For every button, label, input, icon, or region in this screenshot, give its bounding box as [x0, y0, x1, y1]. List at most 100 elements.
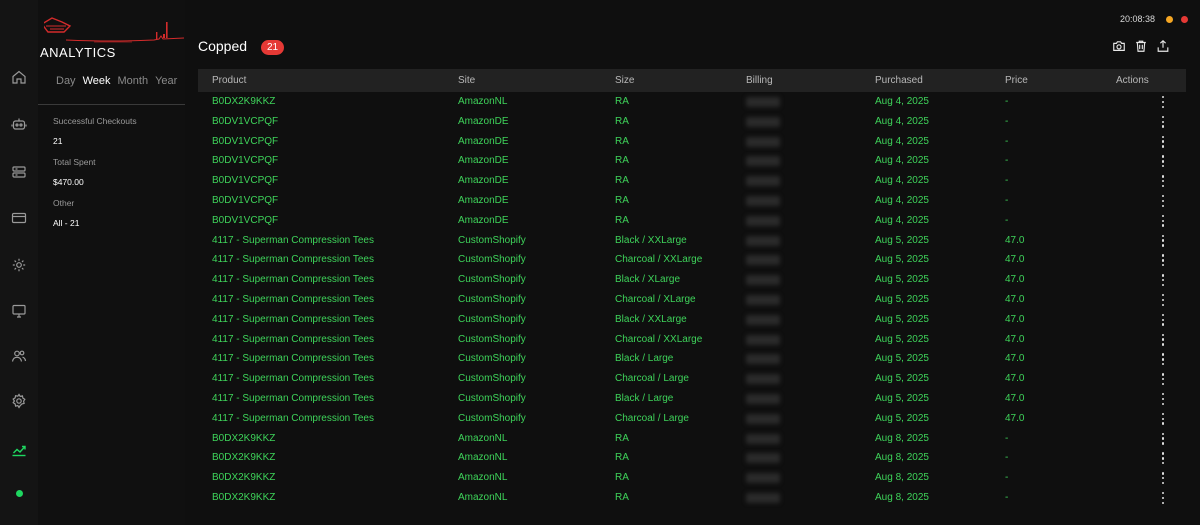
site-cell: CustomShopify: [458, 313, 526, 325]
product-cell: 4117 - Superman Compression Tees: [212, 373, 374, 385]
row-actions-menu-icon[interactable]: [1159, 155, 1167, 168]
row-actions-menu-icon[interactable]: [1159, 135, 1167, 148]
site-cell: AmazonNL: [458, 96, 508, 107]
row-actions-menu-icon[interactable]: [1159, 412, 1167, 425]
range-tab-week[interactable]: Week: [83, 75, 111, 87]
row-actions-menu-icon[interactable]: [1159, 313, 1167, 326]
row-actions-menu-icon[interactable]: [1159, 234, 1167, 247]
nav-accounts[interactable]: [10, 256, 28, 274]
price-cell: -: [1005, 96, 1009, 107]
row-actions-menu-icon[interactable]: [1159, 353, 1167, 366]
range-tab-year[interactable]: Year: [155, 75, 177, 87]
size-cell: RA: [615, 115, 629, 127]
product-cell: 4117 - Superman Compression Tees: [212, 353, 374, 365]
purchased-cell: Aug 5, 2025: [875, 313, 929, 325]
table-row[interactable]: 4117 - Superman Compression Tees CustomSh…: [198, 409, 1186, 429]
table-row[interactable]: B0DV1VCPQF AmazonDE RA Aug 4, 2025 -: [198, 211, 1186, 231]
table-row[interactable]: B0DX2K9KKZ AmazonNL RA Aug 8, 2025 -: [198, 448, 1186, 468]
row-actions-menu-icon[interactable]: [1159, 333, 1167, 346]
nav-home[interactable]: [10, 68, 28, 86]
billing-cell-redacted: [746, 433, 780, 444]
nav-proxies[interactable]: [10, 163, 28, 181]
table-row[interactable]: B0DX2K9KKZ AmazonNL RA Aug 4, 2025 -: [198, 92, 1186, 112]
nav-tasks[interactable]: [10, 115, 28, 133]
table-row[interactable]: 4117 - Superman Compression Tees CustomSh…: [198, 330, 1186, 350]
column-header-site[interactable]: Site: [458, 75, 475, 86]
billing-cell-redacted: [746, 215, 780, 226]
server-icon: [12, 166, 26, 178]
table-row[interactable]: B0DX2K9KKZ AmazonNL RA Aug 8, 2025 -: [198, 488, 1186, 508]
price-cell: -: [1005, 432, 1009, 444]
settings-icon: [12, 393, 26, 409]
analytics-icon: [12, 445, 26, 457]
purchased-cell: Aug 5, 2025: [875, 412, 929, 424]
export-button[interactable]: [1156, 39, 1170, 53]
size-cell: Black / Large: [615, 392, 674, 404]
table-row[interactable]: 4117 - Superman Compression Tees CustomSh…: [198, 310, 1186, 330]
row-actions-menu-icon[interactable]: [1159, 194, 1167, 207]
export-icon: [1157, 39, 1169, 52]
table-row[interactable]: B0DV1VCPQF AmazonDE RA Aug 4, 2025 -: [198, 151, 1186, 171]
row-actions-menu-icon[interactable]: [1159, 373, 1167, 386]
row-actions-menu-icon[interactable]: [1159, 452, 1167, 465]
delete-button[interactable]: [1134, 39, 1148, 53]
table-row[interactable]: 4117 - Superman Compression Tees CustomSh…: [198, 369, 1186, 389]
column-header-price[interactable]: Price: [1005, 75, 1028, 86]
table-row[interactable]: B0DV1VCPQF AmazonDE RA Aug 4, 2025 -: [198, 112, 1186, 132]
column-header-size[interactable]: Size: [615, 75, 634, 86]
site-cell: AmazonNL: [458, 472, 508, 484]
table-row[interactable]: 4117 - Superman Compression Tees CustomSh…: [198, 389, 1186, 409]
table-row[interactable]: 4117 - Superman Compression Tees CustomSh…: [198, 250, 1186, 270]
home-icon: [12, 70, 26, 84]
product-cell: 4117 - Superman Compression Tees: [212, 293, 374, 305]
row-actions-menu-icon[interactable]: [1159, 115, 1167, 128]
purchased-cell: Aug 8, 2025: [875, 491, 929, 503]
row-actions-menu-icon[interactable]: [1159, 392, 1167, 405]
table-row[interactable]: B0DV1VCPQF AmazonDE RA Aug 4, 2025 -: [198, 171, 1186, 191]
table-row[interactable]: B0DX2K9KKZ AmazonNL RA Aug 8, 2025 -: [198, 429, 1186, 449]
nav-profiles[interactable]: [10, 209, 28, 227]
purchased-cell: Aug 4, 2025: [875, 155, 929, 167]
size-cell: Black / XXLarge: [615, 313, 687, 325]
row-actions-menu-icon[interactable]: [1159, 274, 1167, 287]
site-cell: CustomShopify: [458, 412, 526, 424]
row-actions-menu-icon[interactable]: [1159, 254, 1167, 267]
purchased-cell: Aug 5, 2025: [875, 274, 929, 286]
minimize-button[interactable]: [1166, 16, 1173, 23]
range-tab-month[interactable]: Month: [117, 75, 148, 87]
other-label: Other: [53, 198, 75, 208]
analytics-stats: Successful Checkouts 21 Total Spent $470…: [53, 116, 137, 239]
close-button[interactable]: [1181, 16, 1188, 23]
table-row[interactable]: B0DV1VCPQF AmazonDE RA Aug 4, 2025 -: [198, 132, 1186, 152]
panel-divider: [38, 104, 185, 105]
billing-cell-redacted: [746, 136, 780, 147]
range-tab-day[interactable]: Day: [56, 75, 76, 87]
site-cell: CustomShopify: [458, 234, 526, 246]
product-cell: 4117 - Superman Compression Tees: [212, 234, 374, 246]
camera-icon: [1113, 41, 1125, 51]
column-header-purchased[interactable]: Purchased: [875, 75, 923, 86]
row-actions-menu-icon[interactable]: [1159, 472, 1167, 485]
row-actions-menu-icon[interactable]: [1159, 491, 1167, 504]
table-row[interactable]: 4117 - Superman Compression Tees CustomSh…: [198, 270, 1186, 290]
table-row[interactable]: 4117 - Superman Compression Tees CustomSh…: [198, 290, 1186, 310]
table-row[interactable]: B0DV1VCPQF AmazonDE RA Aug 4, 2025 -: [198, 191, 1186, 211]
table-row[interactable]: 4117 - Superman Compression Tees CustomSh…: [198, 349, 1186, 369]
column-header-product[interactable]: Product: [212, 75, 246, 86]
nav-settings[interactable]: [10, 392, 28, 410]
panel-title: ANALYTICS: [40, 45, 116, 60]
nav-analytics[interactable]: [10, 441, 28, 459]
row-actions-menu-icon[interactable]: [1159, 214, 1167, 227]
row-actions-menu-icon[interactable]: [1159, 175, 1167, 188]
column-header-billing[interactable]: Billing: [746, 75, 773, 86]
row-actions-menu-icon[interactable]: [1159, 432, 1167, 445]
billing-cell-redacted: [746, 354, 780, 365]
row-actions-menu-icon[interactable]: [1159, 293, 1167, 306]
table-row[interactable]: 4117 - Superman Compression Tees CustomSh…: [198, 231, 1186, 251]
nav-monitor[interactable]: [10, 302, 28, 320]
billing-cell-redacted: [746, 334, 780, 345]
screenshot-button[interactable]: [1112, 39, 1126, 53]
nav-users[interactable]: [10, 347, 28, 365]
row-actions-menu-icon[interactable]: [1159, 96, 1167, 108]
table-row[interactable]: B0DX2K9KKZ AmazonNL RA Aug 8, 2025 -: [198, 468, 1186, 488]
